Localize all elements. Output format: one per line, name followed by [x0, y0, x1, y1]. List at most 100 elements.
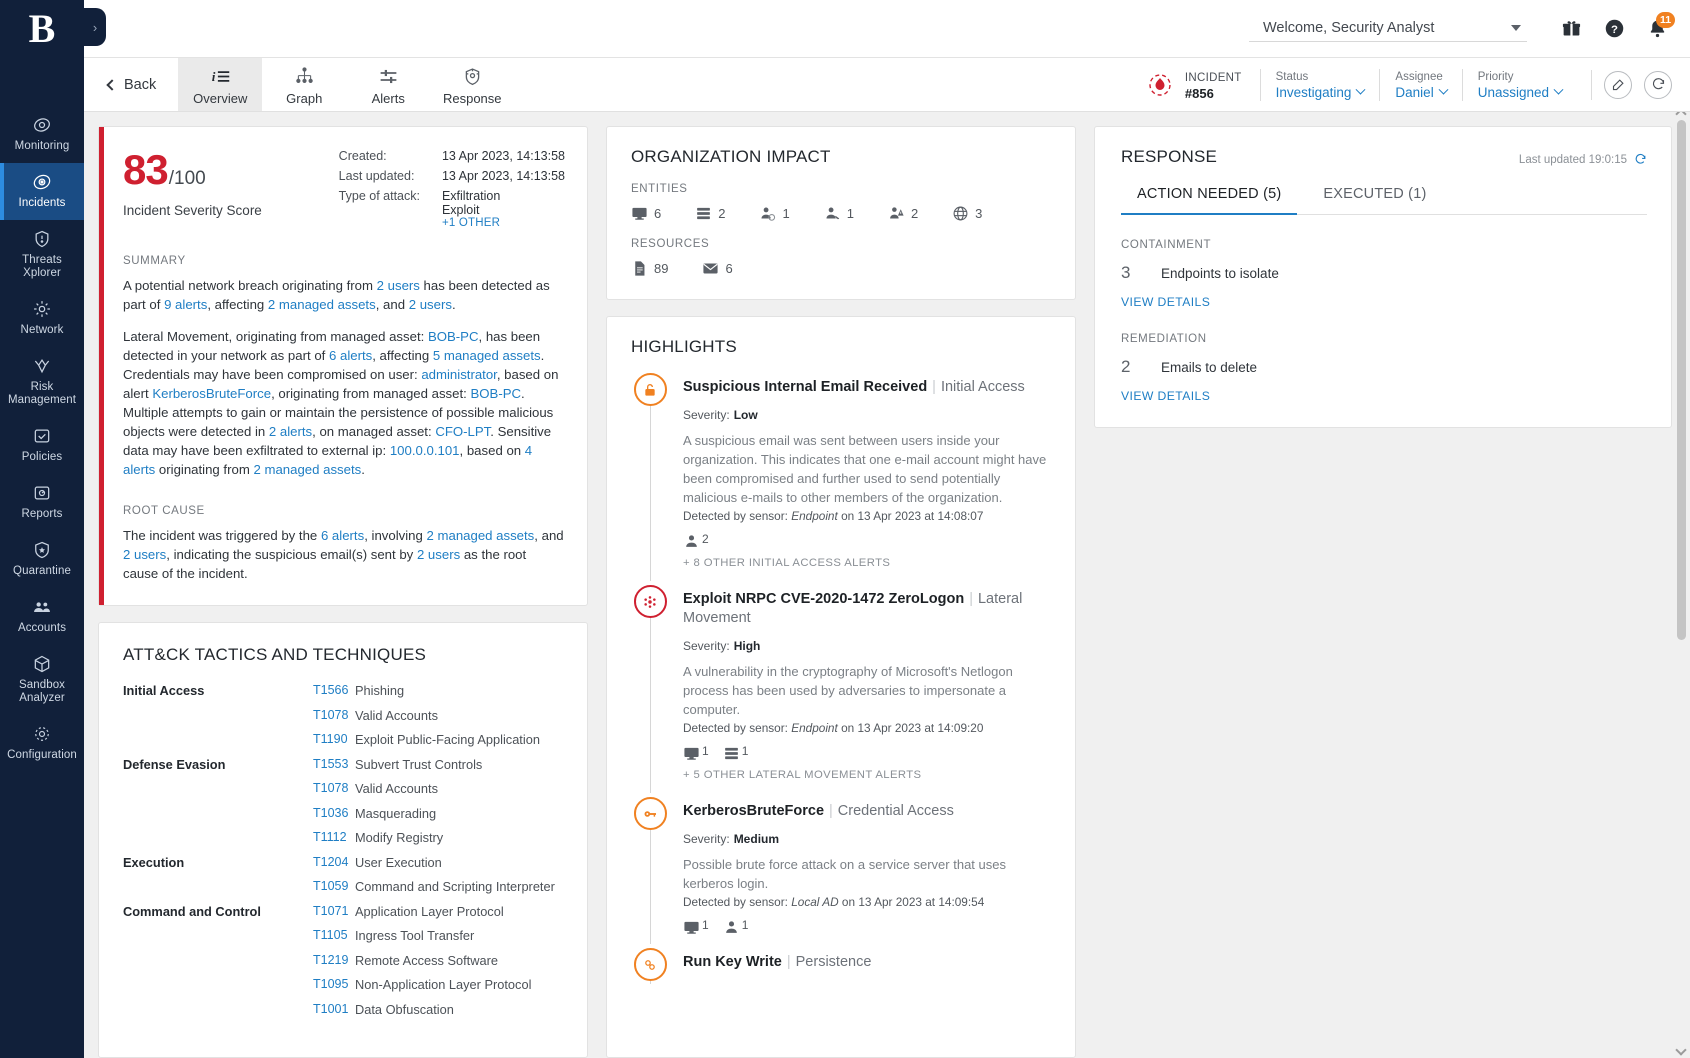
- attack-type-more-link[interactable]: +1 OTHER: [442, 217, 565, 229]
- entity-user-key[interactable]: 1: [824, 205, 854, 222]
- summary-link[interactable]: KerberosBruteForce: [152, 386, 271, 401]
- response-title: RESPONSE: [1121, 147, 1217, 167]
- containment-count: 3: [1121, 263, 1135, 283]
- svg-text:?: ?: [1611, 24, 1618, 36]
- refresh-icon[interactable]: [1634, 153, 1647, 166]
- entity-globe[interactable]: 3: [952, 205, 982, 222]
- technique-id[interactable]: T1001: [313, 1002, 355, 1016]
- highlight-more-link[interactable]: + 5 OTHER LATERAL MOVEMENT ALERTS: [683, 769, 1053, 781]
- tab-graph[interactable]: Graph: [262, 58, 346, 111]
- root-cause-link[interactable]: 2 users: [417, 547, 460, 562]
- list-item[interactable]: Exploit NRPC CVE-2020-1472 ZeroLogon|Lat…: [631, 585, 1053, 797]
- summary-link[interactable]: 2 managed assets: [253, 462, 361, 477]
- sidebar-item-accounts[interactable]: Accounts: [0, 588, 84, 645]
- sidebar-item-reports[interactable]: Reports: [0, 474, 84, 531]
- sidebar-item-incidents[interactable]: Incidents: [0, 163, 84, 220]
- summary-link[interactable]: 100.0.0.101: [390, 443, 460, 458]
- highlight-more-link[interactable]: + 8 OTHER INITIAL ACCESS ALERTS: [683, 557, 1053, 569]
- sidebar-item-threats-xplorer[interactable]: Threats Xplorer: [0, 220, 84, 290]
- gift-icon[interactable]: [1561, 18, 1582, 39]
- status-value[interactable]: Investigating: [1276, 85, 1365, 101]
- assignee-field[interactable]: Assignee Daniel: [1379, 69, 1461, 101]
- highlight-name[interactable]: Run Key Write: [683, 954, 782, 970]
- timeline-line: [650, 618, 651, 793]
- root-cause-link[interactable]: 6 alerts: [321, 528, 364, 543]
- technique-id[interactable]: T1095: [313, 977, 355, 991]
- summary-link[interactable]: 2 users: [377, 278, 420, 293]
- technique-id[interactable]: T1566: [313, 683, 355, 697]
- entity-endpoints[interactable]: 6: [631, 205, 661, 222]
- assignee-value[interactable]: Daniel: [1395, 85, 1446, 101]
- highlight-name[interactable]: Exploit NRPC CVE-2020-1472 ZeroLogon: [683, 591, 964, 607]
- summary-link[interactable]: 2 users: [409, 297, 452, 312]
- containment-view-details-link[interactable]: VIEW DETAILS: [1121, 295, 1647, 309]
- status-field[interactable]: Status Investigating: [1260, 69, 1380, 101]
- summary-link[interactable]: administrator: [421, 367, 497, 382]
- technique-id[interactable]: T1190: [313, 732, 355, 746]
- technique-name: Command and Scripting Interpreter: [355, 879, 555, 894]
- root-cause-link[interactable]: 2 users: [123, 547, 166, 562]
- summary-link[interactable]: BOB-PC: [428, 329, 479, 344]
- summary-link[interactable]: 9 alerts: [164, 297, 207, 312]
- technique-id[interactable]: T1036: [313, 806, 355, 820]
- user-menu[interactable]: Welcome, Security Analyst: [1249, 16, 1527, 42]
- tab-label: Alerts: [372, 91, 405, 106]
- sidebar-item-sandbox-analyzer[interactable]: Sandbox Analyzer: [0, 645, 84, 715]
- priority-value[interactable]: Unassigned: [1478, 85, 1562, 101]
- bell-icon[interactable]: 11: [1647, 18, 1668, 39]
- sidebar-item-network[interactable]: Network: [0, 290, 84, 347]
- entity-user-alert[interactable]: 2: [888, 205, 918, 222]
- priority-field[interactable]: Priority Unassigned: [1462, 69, 1577, 101]
- list-item[interactable]: KerberosBruteForce|Credential Access Sev…: [631, 797, 1053, 948]
- page-scrollbar[interactable]: [1675, 112, 1688, 1058]
- root-cause-link[interactable]: 2 managed assets: [427, 528, 535, 543]
- highlight-name[interactable]: Suspicious Internal Email Received: [683, 379, 927, 395]
- sidebar-item-policies[interactable]: Policies: [0, 417, 84, 474]
- resource-emails[interactable]: 6: [702, 260, 732, 277]
- technique-id[interactable]: T1059: [313, 879, 355, 893]
- sidebar-item-configuration[interactable]: Configuration: [0, 715, 84, 772]
- tab-response[interactable]: Response: [430, 58, 514, 111]
- entity-servers[interactable]: 2: [695, 205, 725, 222]
- refresh-button[interactable]: [1644, 71, 1672, 99]
- tab-executed[interactable]: EXECUTED (1): [1307, 186, 1442, 214]
- technique-id[interactable]: T1553: [313, 757, 355, 771]
- sidebar-item-monitoring[interactable]: Monitoring: [0, 106, 84, 163]
- edit-button[interactable]: [1604, 71, 1632, 99]
- back-button[interactable]: Back: [98, 58, 178, 111]
- summary-link[interactable]: CFO-LPT: [435, 424, 490, 439]
- technique-id[interactable]: T1204: [313, 855, 355, 869]
- highlight-name[interactable]: KerberosBruteForce: [683, 803, 824, 819]
- remediation-view-details-link[interactable]: VIEW DETAILS: [1121, 389, 1647, 403]
- tab-alerts[interactable]: Alerts: [346, 58, 430, 111]
- summary-link[interactable]: BOB-PC: [470, 386, 521, 401]
- list-item[interactable]: Suspicious Internal Email Received|Initi…: [631, 373, 1053, 585]
- logo[interactable]: B: [0, 0, 84, 58]
- summary-link[interactable]: 2 managed assets: [268, 297, 376, 312]
- sidebar-expand-icon[interactable]: ›: [84, 8, 106, 46]
- resource-files[interactable]: 89: [631, 260, 668, 277]
- resource-count: 89: [654, 261, 668, 276]
- scroll-down-icon[interactable]: [1675, 1044, 1686, 1055]
- summary-link[interactable]: 5 managed assets: [433, 348, 541, 363]
- highlight-header: Suspicious Internal Email Received|Initi…: [683, 378, 1053, 397]
- entity-user-clock[interactable]: 1: [759, 205, 789, 222]
- technique-id[interactable]: T1105: [313, 928, 355, 942]
- technique-id[interactable]: T1078: [313, 708, 355, 722]
- technique-id[interactable]: T1078: [313, 781, 355, 795]
- sidebar-item-quarantine[interactable]: Quarantine: [0, 531, 84, 588]
- summary-link[interactable]: 2 alerts: [269, 424, 312, 439]
- list-item[interactable]: Run Key Write|Persistence: [631, 948, 1053, 988]
- chip-endpoints: 1: [683, 744, 709, 758]
- technique-id[interactable]: T1071: [313, 904, 355, 918]
- tab-overview[interactable]: i Overview: [178, 58, 262, 111]
- sidebar-item-risk-management[interactable]: Risk Management: [0, 347, 84, 417]
- divider: |: [969, 591, 973, 607]
- scroll-up-icon[interactable]: [1675, 112, 1686, 120]
- technique-id[interactable]: T1112: [313, 830, 355, 844]
- help-icon[interactable]: ?: [1604, 18, 1625, 39]
- technique-id[interactable]: T1219: [313, 953, 355, 967]
- tab-action-needed[interactable]: ACTION NEEDED (5): [1121, 186, 1297, 215]
- summary-link[interactable]: 6 alerts: [329, 348, 372, 363]
- scrollbar-thumb[interactable]: [1677, 120, 1686, 640]
